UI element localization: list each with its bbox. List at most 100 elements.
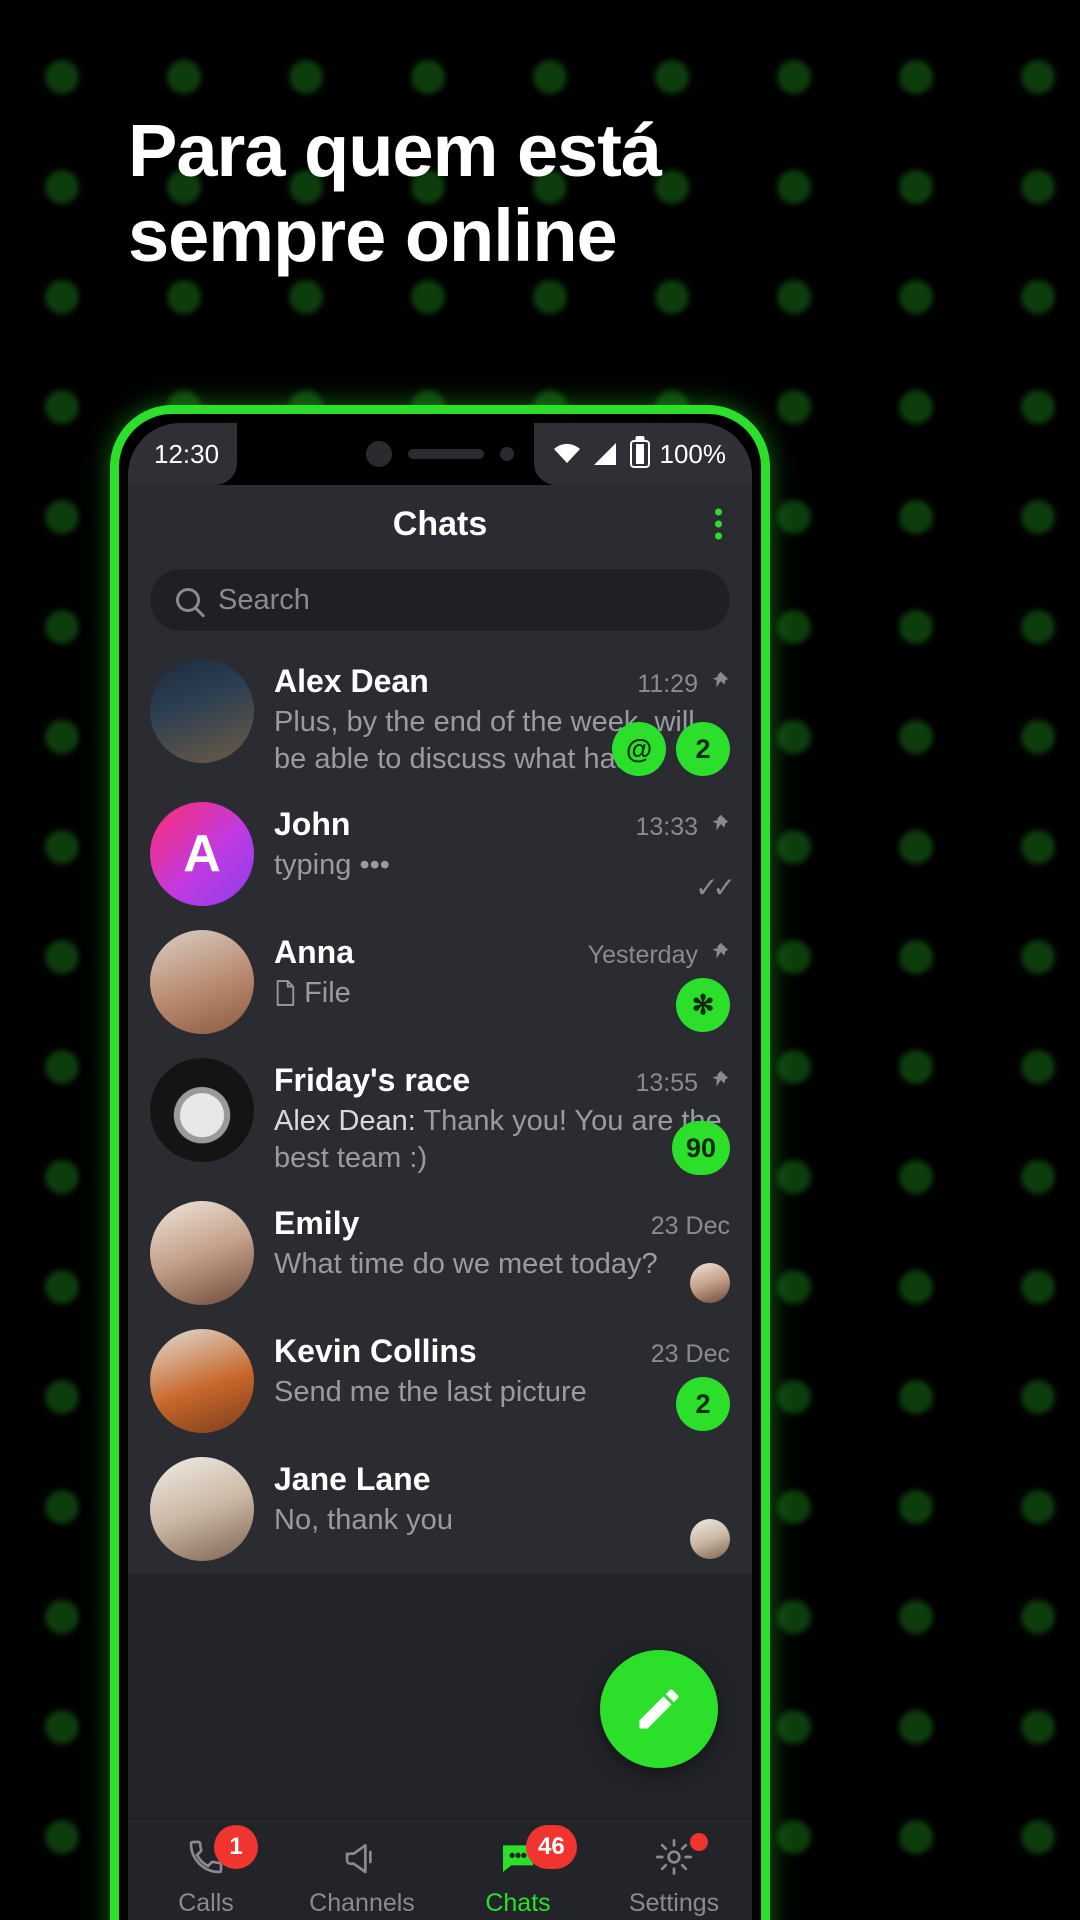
phone-screen: 12:30 100% Chats Search Alex Dean 11:29 …: [128, 423, 752, 1920]
background-dot: [289, 60, 323, 94]
background-dot: [45, 1270, 79, 1304]
chat-item-body: Kevin Collins 23 Dec Send me the last pict…: [274, 1329, 730, 1411]
unread-badge[interactable]: 2: [676, 1377, 730, 1432]
front-camera-icon: [366, 441, 392, 467]
background-dot: [45, 500, 79, 534]
tab-chats[interactable]: Chats 46: [440, 1819, 596, 1920]
avatar[interactable]: [150, 1329, 254, 1434]
chat-list-item[interactable]: Anna Yesterday File ✻: [128, 918, 752, 1046]
chat-item-header: Anna Yesterday: [274, 934, 730, 971]
background-dot: [777, 280, 811, 314]
status-bar: 12:30 100%: [128, 423, 752, 485]
chat-item-badges: @2: [612, 722, 730, 777]
background-dot: [45, 830, 79, 864]
tab-badge: 46: [526, 1825, 577, 1869]
avatar[interactable]: [150, 1201, 254, 1306]
chat-preview-message: typing: [274, 849, 352, 882]
background-dot: [45, 1050, 79, 1084]
background-dot: [777, 500, 811, 534]
avatar[interactable]: [150, 659, 254, 763]
tab-label: Calls: [178, 1889, 234, 1917]
search-input[interactable]: Search: [150, 569, 730, 631]
avatar[interactable]: [150, 1058, 254, 1163]
background-dot: [899, 1160, 933, 1194]
chat-list-item[interactable]: Kevin Collins 23 Dec Send me the last pict…: [128, 1317, 752, 1445]
background-dot: [899, 720, 933, 754]
tab-label: Settings: [628, 1889, 720, 1917]
page-title: Para quem está sempre online: [128, 108, 848, 278]
background-dot: [45, 390, 79, 424]
battery-icon: [629, 440, 650, 468]
chat-list-item[interactable]: A John 13:33 typing ••• ✓✓: [128, 790, 752, 918]
unread-badge[interactable]: 2: [676, 722, 730, 777]
background-dot: [1021, 60, 1055, 94]
background-dot: [1021, 940, 1055, 974]
compose-button[interactable]: [600, 1650, 718, 1768]
background-dot: [777, 1820, 811, 1854]
background-dot: [533, 280, 567, 314]
background-dot: [1021, 1490, 1055, 1524]
status-bar-time: 12:30: [154, 438, 220, 469]
background-dot: [45, 1820, 79, 1854]
background-dot: [1021, 610, 1055, 644]
background-dot: [411, 60, 445, 94]
chat-name: Kevin Collins: [274, 1333, 477, 1370]
read-receipt-icon: ✓✓: [695, 872, 736, 904]
wifi-icon: [552, 442, 582, 466]
chat-preview-message: Send me the last picture: [274, 1376, 587, 1409]
background-dot: [533, 60, 567, 94]
tab-channels[interactable]: Channels: [284, 1819, 440, 1920]
avatar[interactable]: A: [150, 802, 254, 907]
chat-preview-text: typing •••: [274, 847, 730, 884]
background-dot: [45, 1710, 79, 1744]
background-dot: [45, 940, 79, 974]
background-dot: [167, 280, 201, 314]
chat-list-item[interactable]: Jane Lane No, thank you: [128, 1445, 752, 1573]
background-dot: [45, 60, 79, 94]
search-placeholder: Search: [218, 583, 310, 616]
background-dot: [45, 1160, 79, 1194]
chat-list-item[interactable]: Friday's race 13:55 Alex Dean: Thank you! …: [128, 1046, 752, 1189]
chat-item-header: Alex Dean 11:29: [274, 663, 730, 700]
avatar[interactable]: [150, 930, 254, 1035]
chat-preview-sender: Alex Dean:: [274, 1105, 416, 1138]
chat-list-item[interactable]: Emily 23 Dec What time do we meet today?: [128, 1189, 752, 1317]
chat-name: Friday's race: [274, 1062, 471, 1099]
chat-timestamp: 13:33: [635, 813, 698, 842]
background-dot: [777, 940, 811, 974]
bottom-tab-bar: Calls 1 Channels Chats 46 Settings: [128, 1818, 752, 1920]
background-dot: [777, 720, 811, 754]
search-icon: [176, 588, 200, 612]
pin-icon: [708, 670, 730, 692]
avatar[interactable]: [150, 1457, 254, 1562]
background-dot: [45, 720, 79, 754]
background-dot: [777, 1050, 811, 1084]
tab-settings[interactable]: Settings: [596, 1819, 752, 1920]
status-bar-left: 12:30: [128, 423, 238, 485]
phone-mockup: 12:30 100% Chats Search Alex Dean 11:29 …: [110, 405, 770, 1920]
unread-badge[interactable]: ✻: [676, 978, 730, 1033]
chat-preview-text: Send me the last picture: [274, 1374, 730, 1411]
tab-calls[interactable]: Calls 1: [128, 1819, 284, 1920]
chat-item-badges: [690, 1263, 730, 1304]
mention-badge[interactable]: @: [612, 722, 666, 777]
app-header: Chats: [128, 485, 752, 563]
chat-name: Anna: [274, 934, 354, 971]
background-dot: [167, 60, 201, 94]
background-dot: [1021, 170, 1055, 204]
background-dot: [899, 60, 933, 94]
kebab-menu-icon[interactable]: [715, 508, 722, 540]
chat-item-badges: ✓✓: [695, 871, 736, 904]
megaphone-icon: [341, 1837, 383, 1882]
unread-badge[interactable]: 90: [671, 1121, 730, 1176]
background-dot: [1021, 1820, 1055, 1854]
chat-preview-text: File: [274, 975, 730, 1012]
chat-list: Alex Dean 11:29 Plus, by the end of the we…: [128, 647, 752, 1574]
chat-timestamp: Yesterday: [587, 941, 698, 970]
pin-icon: [708, 813, 730, 835]
chat-item-badges: ✻: [676, 978, 730, 1033]
background-dot: [1021, 280, 1055, 314]
chat-list-item[interactable]: Alex Dean 11:29 Plus, by the end of the we…: [128, 647, 752, 790]
chat-timestamp: 13:55: [635, 1069, 698, 1098]
chat-name: Emily: [274, 1205, 360, 1242]
